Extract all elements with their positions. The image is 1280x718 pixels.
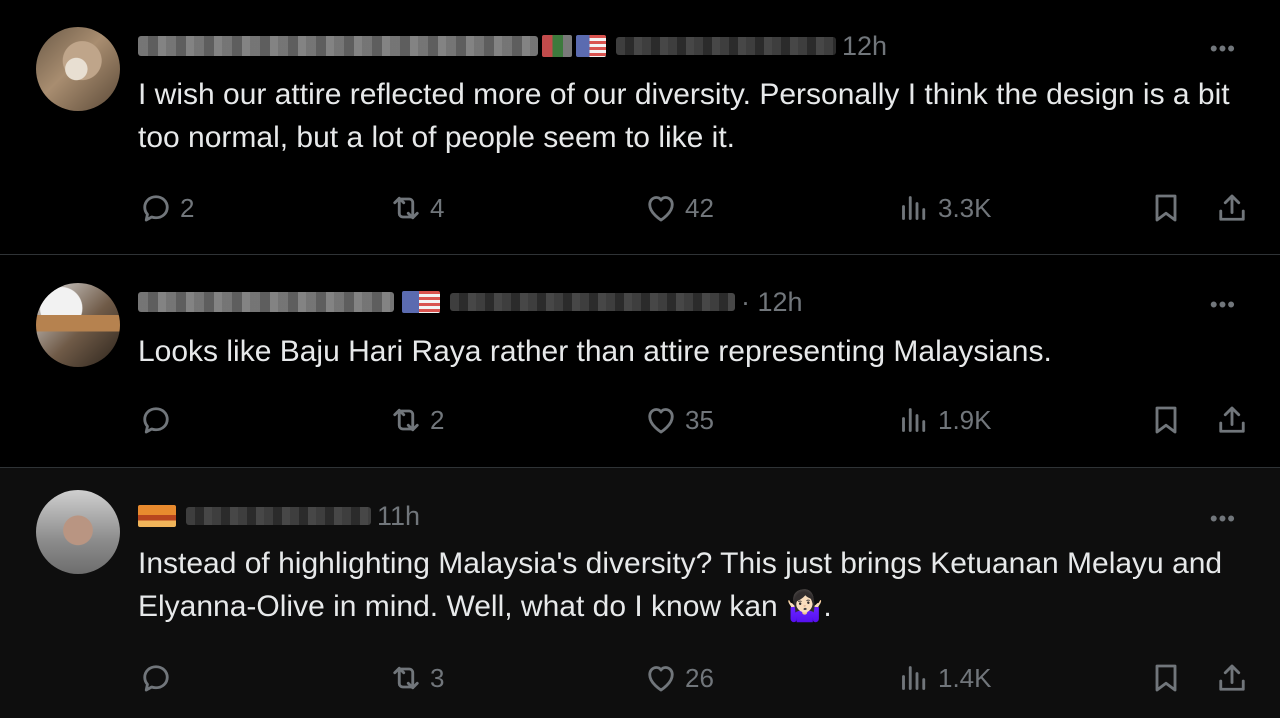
username-blurred[interactable] [450, 293, 735, 311]
reply-icon [138, 190, 174, 226]
like-button[interactable]: 35 [643, 400, 714, 440]
repost-icon [388, 660, 424, 696]
us-flag-icon [576, 35, 606, 57]
action-bar: 3 26 1.4K [0, 658, 1280, 698]
like-button[interactable]: 26 [643, 658, 714, 698]
bookmark-button[interactable] [1148, 188, 1184, 228]
reply-count: 2 [180, 192, 195, 223]
post-text: Looks like Baju Hari Raya rather than at… [138, 335, 1052, 368]
display-name-blurred[interactable] [138, 36, 538, 56]
bookmark-icon [1148, 402, 1184, 438]
reply-post-1[interactable]: 12h ••• I wish our attire reflected more… [0, 0, 1280, 254]
post-time[interactable]: 12h [842, 31, 887, 62]
views-button[interactable]: 3.3K [896, 188, 992, 228]
more-icon[interactable]: ••• [1210, 292, 1236, 318]
bookmark-button[interactable] [1148, 400, 1184, 440]
avatar[interactable] [36, 490, 120, 574]
share-button[interactable] [1214, 400, 1250, 440]
like-count: 42 [685, 192, 714, 223]
more-icon[interactable]: ••• [1210, 36, 1236, 62]
bookmark-icon [1148, 660, 1184, 696]
like-icon [643, 190, 679, 226]
views-button[interactable]: 1.4K [896, 658, 992, 698]
repost-icon [388, 402, 424, 438]
share-icon [1214, 402, 1250, 438]
flag-emoji-icon [542, 35, 572, 57]
post-text: I wish our attire reflected more of our … [138, 78, 1230, 154]
like-count: 35 [685, 404, 714, 435]
post-text: Instead of highlighting Malaysia's diver… [138, 547, 1223, 623]
like-count: 26 [685, 662, 714, 693]
repost-count: 2 [430, 404, 445, 435]
views-count: 1.9K [938, 404, 992, 435]
like-button[interactable]: 42 [643, 188, 714, 228]
repost-count: 3 [430, 662, 445, 693]
post-time[interactable]: 11h [377, 501, 420, 532]
repost-button[interactable]: 4 [388, 188, 444, 228]
more-icon[interactable]: ••• [1210, 506, 1236, 532]
us-flag-icon [402, 291, 440, 313]
views-count: 3.3K [938, 192, 992, 223]
share-button[interactable] [1214, 658, 1250, 698]
reply-button[interactable] [138, 400, 180, 440]
views-icon [896, 190, 932, 226]
post-header: 11h [138, 501, 420, 531]
repost-button[interactable]: 3 [388, 658, 444, 698]
reply-button[interactable] [138, 658, 180, 698]
share-button[interactable] [1214, 188, 1250, 228]
username-blurred[interactable] [186, 507, 371, 525]
repost-button[interactable]: 2 [388, 400, 444, 440]
display-name-blurred[interactable] [138, 292, 394, 312]
views-icon [896, 660, 932, 696]
like-icon [643, 402, 679, 438]
bookmark-button[interactable] [1148, 658, 1184, 698]
reply-icon [138, 402, 174, 438]
flag-emoji-icon [138, 505, 176, 527]
views-count: 1.4K [938, 662, 992, 693]
post-header: · 12h [138, 287, 803, 317]
username-blurred[interactable] [616, 37, 836, 55]
repost-count: 4 [430, 192, 445, 223]
views-button[interactable]: 1.9K [896, 400, 992, 440]
post-header: 12h [138, 31, 887, 61]
like-icon [643, 660, 679, 696]
share-icon [1214, 660, 1250, 696]
reply-icon [138, 660, 174, 696]
action-bar: 2 4 42 3.3K [0, 188, 1280, 228]
repost-icon [388, 190, 424, 226]
bookmark-icon [1148, 190, 1184, 226]
avatar[interactable] [36, 27, 120, 111]
share-icon [1214, 190, 1250, 226]
reply-post-2[interactable]: · 12h ••• Looks like Baju Hari Raya rath… [0, 255, 1280, 467]
reply-button[interactable]: 2 [138, 188, 194, 228]
action-bar: 2 35 1.9K [0, 400, 1280, 440]
reply-post-3[interactable]: 11h ••• Instead of highlighting Malaysia… [0, 468, 1280, 718]
avatar[interactable] [36, 283, 120, 367]
post-time[interactable]: · 12h [741, 287, 803, 318]
views-icon [896, 402, 932, 438]
